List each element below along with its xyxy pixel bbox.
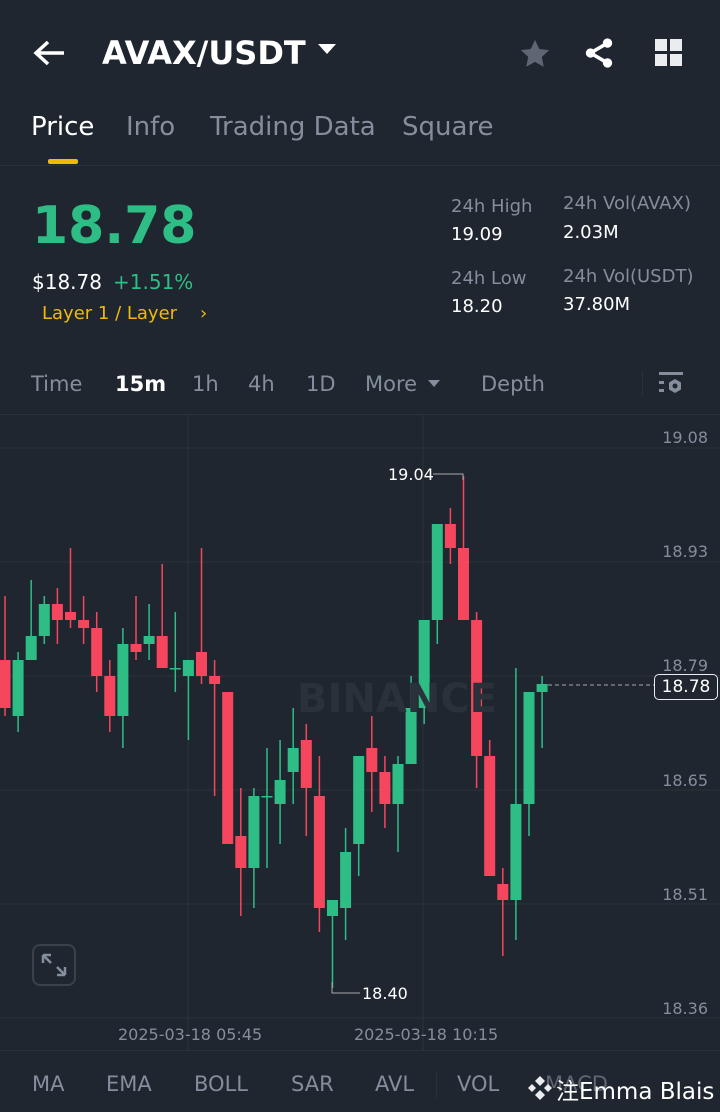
divider	[0, 1050, 720, 1051]
candle-body	[287, 748, 299, 772]
candle-body	[209, 676, 221, 684]
candle-body	[248, 796, 260, 868]
indicator-ema[interactable]: EMA	[106, 1072, 152, 1096]
candle-body	[12, 660, 24, 716]
divider	[436, 1072, 437, 1098]
candle-body	[169, 668, 181, 670]
candlestick-chart[interactable]	[0, 0, 720, 1112]
indicator-sar[interactable]: SAR	[291, 1072, 334, 1096]
binance-logo-icon	[528, 1076, 552, 1100]
y-tick-label: 18.93	[662, 542, 708, 561]
y-tick-label: 19.08	[662, 428, 708, 447]
candle-body	[353, 756, 365, 844]
candle-body	[340, 852, 352, 908]
candle-body	[510, 804, 522, 900]
candle-body	[235, 836, 247, 868]
candle-body	[444, 524, 456, 548]
candle-body	[366, 748, 378, 772]
candle-body	[313, 796, 325, 908]
candle-body	[392, 764, 404, 804]
indicator-vol[interactable]: VOL	[457, 1072, 499, 1096]
fullscreen-button[interactable]	[32, 944, 76, 986]
candle-body	[143, 636, 155, 644]
candle-body	[130, 644, 142, 652]
candle-body	[65, 612, 76, 620]
candle-body	[431, 524, 443, 620]
candle-body	[222, 692, 234, 844]
candle-body	[117, 644, 129, 716]
y-tick-label: 18.65	[662, 771, 708, 790]
candle-body	[379, 772, 391, 804]
indicator-avl[interactable]: AVL	[375, 1072, 414, 1096]
candle-body	[484, 756, 496, 876]
candle-body	[25, 636, 37, 660]
candle-body	[523, 692, 535, 804]
candle-body	[78, 620, 90, 628]
candle-body	[104, 676, 116, 716]
candle-body	[300, 740, 312, 788]
candle-body	[91, 628, 103, 676]
candle-body	[274, 780, 286, 804]
indicator-ma[interactable]: MA	[32, 1072, 64, 1096]
candle-body	[156, 636, 168, 668]
candle-body	[458, 548, 469, 620]
indicator-boll[interactable]: BOLL	[194, 1072, 248, 1096]
watermark: BINANCE	[297, 676, 497, 722]
low-label: 18.40	[362, 984, 408, 1003]
candle-body	[51, 604, 63, 620]
candle-body	[182, 660, 194, 676]
high-label: 19.04	[388, 465, 434, 484]
overlay-watermark-text: 注Emma Blais	[556, 1079, 715, 1105]
candle-body	[38, 604, 50, 636]
high-marker-line	[433, 473, 464, 480]
y-tick-label: 18.79	[662, 656, 708, 675]
candle-body	[0, 660, 11, 708]
y-tick-label: 18.51	[662, 885, 708, 904]
candle-body	[327, 900, 338, 916]
candle-body	[261, 796, 273, 798]
x-tick-label: 2025-03-18 10:15	[354, 1025, 499, 1044]
expand-icon	[41, 953, 67, 977]
candle-body	[536, 684, 548, 692]
y-tick-label: 18.36	[662, 999, 708, 1018]
candle-body	[497, 884, 509, 900]
x-tick-label: 2025-03-18 05:45	[118, 1025, 263, 1044]
low-marker-line	[331, 982, 360, 994]
candle-body	[196, 652, 207, 676]
last-price-tag: 18.78	[654, 674, 718, 700]
